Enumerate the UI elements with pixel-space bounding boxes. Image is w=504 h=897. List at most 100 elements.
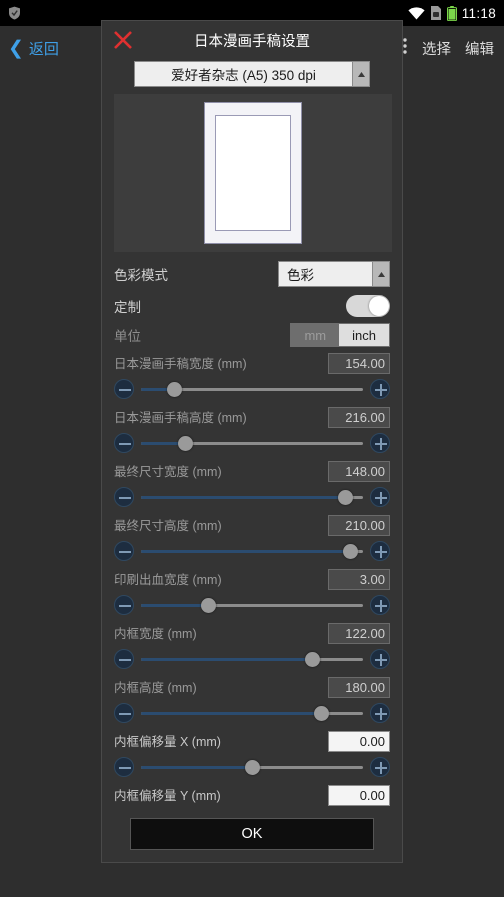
slider-row xyxy=(114,485,390,509)
color-mode-row: 色彩模式 色彩 xyxy=(114,261,390,287)
slider-track[interactable] xyxy=(141,433,363,453)
slider-track[interactable] xyxy=(141,595,363,615)
battery-icon xyxy=(446,5,457,21)
slider-track[interactable] xyxy=(141,541,363,561)
unit-option-inch[interactable]: inch xyxy=(339,324,389,346)
dialog-body: 爱好者杂志 (A5) 350 dpi 色彩模式 色彩 定制 单位 mm inch… xyxy=(102,59,402,806)
field-value-input[interactable]: 0.00 xyxy=(328,731,390,752)
custom-toggle[interactable] xyxy=(346,295,390,317)
minus-icon[interactable] xyxy=(114,703,134,723)
dialog-title: 日本漫画手稿设置 xyxy=(194,33,310,50)
field-value-input[interactable]: 216.00 xyxy=(328,407,390,428)
plus-icon[interactable] xyxy=(370,541,390,561)
select-button[interactable]: 选择 xyxy=(422,38,451,59)
color-mode-label: 色彩模式 xyxy=(114,268,168,283)
slider-fill xyxy=(141,550,350,553)
shield-icon xyxy=(8,6,21,20)
minus-icon[interactable] xyxy=(114,595,134,615)
minus-icon[interactable] xyxy=(114,757,134,777)
preset-select[interactable]: 爱好者杂志 (A5) 350 dpi xyxy=(134,61,370,87)
preview-inner-frame xyxy=(215,115,291,231)
field-label: 印刷出血宽度 (mm) xyxy=(114,573,222,587)
field-row: 内框宽度 (mm) 122.00 xyxy=(114,623,390,644)
plus-icon[interactable] xyxy=(370,595,390,615)
status-clock: 11:18 xyxy=(461,5,496,21)
plus-icon[interactable] xyxy=(370,649,390,669)
field-row: 印刷出血宽度 (mm) 3.00 xyxy=(114,569,390,590)
field-value-input[interactable]: 3.00 xyxy=(328,569,390,590)
field-row: 内框偏移量 X (mm) 0.00 xyxy=(114,731,390,752)
minus-icon[interactable] xyxy=(114,541,134,561)
slider-row xyxy=(114,431,390,455)
slider-row xyxy=(114,647,390,671)
slider-track[interactable] xyxy=(141,487,363,507)
preview-paper xyxy=(204,102,302,244)
close-icon[interactable] xyxy=(110,27,136,53)
slider-row xyxy=(114,593,390,617)
field-row: 最终尺寸宽度 (mm) 148.00 xyxy=(114,461,390,482)
slider-fill xyxy=(141,658,312,661)
slider-thumb[interactable] xyxy=(167,382,183,397)
unit-label: 单位 xyxy=(114,329,141,344)
unit-row: 单位 mm inch xyxy=(114,323,390,347)
slider-track[interactable] xyxy=(141,703,363,723)
dialog-header: 日本漫画手稿设置 xyxy=(102,21,402,59)
minus-icon[interactable] xyxy=(114,649,134,669)
field-row: 内框高度 (mm) 180.00 xyxy=(114,677,390,698)
field-label: 内框宽度 (mm) xyxy=(114,627,197,641)
field-row: 日本漫画手稿宽度 (mm) 154.00 xyxy=(114,353,390,374)
slider-thumb[interactable] xyxy=(245,760,260,775)
unit-option-mm[interactable]: mm xyxy=(291,324,340,346)
field-label: 内框高度 (mm) xyxy=(114,681,197,695)
field-value-input[interactable]: 154.00 xyxy=(328,353,390,374)
chevron-up-icon[interactable] xyxy=(352,62,369,86)
minus-icon[interactable] xyxy=(114,433,134,453)
minus-icon[interactable] xyxy=(114,379,134,399)
screen: 11:18 ❮ 返回 我的第一个作品 选择 编辑 漫画艺术作 xyxy=(0,0,504,897)
unit-segmented-control[interactable]: mm inch xyxy=(290,323,390,347)
field-label: 最终尺寸宽度 (mm) xyxy=(114,465,222,479)
minus-icon[interactable] xyxy=(114,487,134,507)
chevron-left-icon: ❮ xyxy=(8,37,24,59)
ok-button[interactable]: OK xyxy=(130,818,374,850)
back-button[interactable]: ❮ 返回 xyxy=(0,38,100,59)
color-mode-select[interactable]: 色彩 xyxy=(278,261,390,287)
slider-row xyxy=(114,701,390,725)
slider-fill xyxy=(141,766,252,769)
field-label: 最终尺寸高度 (mm) xyxy=(114,519,222,533)
custom-label: 定制 xyxy=(114,300,141,315)
slider-thumb[interactable] xyxy=(304,652,320,667)
plus-icon[interactable] xyxy=(370,703,390,723)
field-list: 日本漫画手稿宽度 (mm) 154.00 日本漫画手稿高度 (mm) 216.00 最终… xyxy=(114,353,390,806)
slider-track[interactable] xyxy=(141,757,363,777)
field-value-input[interactable]: 180.00 xyxy=(328,677,390,698)
slider-thumb[interactable] xyxy=(338,490,354,505)
page-preview xyxy=(114,94,392,252)
custom-toggle-knob xyxy=(369,296,389,316)
slider-thumb[interactable] xyxy=(200,598,216,613)
field-label: 内框偏移量 X (mm) xyxy=(114,735,221,749)
manga-draft-settings-dialog: 日本漫画手稿设置 爱好者杂志 (A5) 350 dpi 色彩模式 色彩 定制 单… xyxy=(101,20,403,863)
preset-select-value: 爱好者杂志 (A5) 350 dpi xyxy=(171,68,316,83)
field-row: 最终尺寸高度 (mm) 210.00 xyxy=(114,515,390,536)
field-value-input[interactable]: 122.00 xyxy=(328,623,390,644)
field-label: 内框偏移量 Y (mm) xyxy=(114,789,221,803)
slider-track[interactable] xyxy=(141,649,363,669)
plus-icon[interactable] xyxy=(370,379,390,399)
plus-icon[interactable] xyxy=(370,757,390,777)
slider-thumb[interactable] xyxy=(313,706,329,721)
slider-thumb[interactable] xyxy=(178,436,194,451)
slider-thumb[interactable] xyxy=(342,544,358,559)
edit-button[interactable]: 编辑 xyxy=(465,38,494,59)
slider-track[interactable] xyxy=(141,379,363,399)
field-value-input[interactable]: 210.00 xyxy=(328,515,390,536)
custom-row: 定制 xyxy=(114,295,390,317)
field-value-input[interactable]: 148.00 xyxy=(328,461,390,482)
chevron-up-icon[interactable] xyxy=(372,262,389,286)
plus-icon[interactable] xyxy=(370,433,390,453)
dialog-footer: OK xyxy=(102,806,402,862)
slider-row xyxy=(114,755,390,779)
field-value-input[interactable]: 0.00 xyxy=(328,785,390,806)
plus-icon[interactable] xyxy=(370,487,390,507)
field-label: 日本漫画手稿高度 (mm) xyxy=(114,411,247,425)
